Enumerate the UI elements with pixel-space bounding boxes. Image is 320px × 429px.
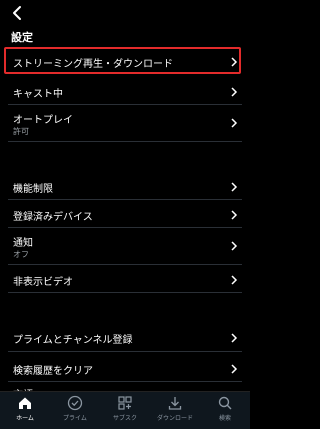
settings-item-label: 登録済みデバイス	[13, 212, 93, 223]
bottom-tab-bar: ホーム プライム サブスク ダウンロード 検索	[0, 391, 250, 429]
divider	[8, 351, 242, 352]
chevron-right-icon	[231, 87, 238, 97]
page-title: 設定	[11, 31, 33, 44]
settings-item-label: 非表示ビデオ	[13, 277, 73, 288]
tab-label: ダウンロード	[156, 415, 193, 422]
settings-item-label: オートプレイ	[13, 115, 73, 126]
download-icon	[168, 397, 182, 410]
settings-item-autoplay[interactable]: オートプレイ 許可	[0, 106, 250, 140]
tab-subscriptions[interactable]: サブスク	[100, 395, 150, 429]
settings-item-prime-channels[interactable]: プライムとチャンネル登録	[0, 324, 250, 350]
check-circle-icon	[67, 395, 83, 411]
tab-home[interactable]: ホーム	[0, 395, 50, 429]
settings-item-label: プライムとチャンネル登録	[13, 335, 133, 346]
chevron-right-icon	[231, 118, 238, 128]
divider	[8, 381, 242, 382]
settings-item-cast[interactable]: キャスト中	[0, 78, 250, 104]
settings-item-hidden-videos[interactable]: 非表示ビデオ	[0, 266, 250, 292]
tab-downloads[interactable]: ダウンロード	[150, 395, 200, 429]
settings-item-label: 機能制限	[13, 184, 53, 195]
settings-item-value: 許可	[13, 127, 29, 136]
settings-item-label: 検索履歴をクリア	[13, 366, 93, 377]
chevron-right-icon	[231, 210, 238, 220]
tab-label: プライム	[63, 415, 87, 422]
tab-label: サブスク	[112, 415, 137, 422]
divider	[8, 104, 242, 105]
divider	[8, 199, 242, 200]
chevron-right-icon	[231, 275, 238, 285]
tab-search[interactable]: 検索	[200, 395, 250, 429]
tab-prime[interactable]: プライム	[50, 395, 100, 429]
chevron-right-icon	[231, 241, 238, 251]
header: 設定	[0, 0, 250, 46]
divider	[8, 227, 242, 228]
chevron-right-icon	[231, 364, 238, 374]
search-icon	[218, 396, 232, 410]
back-arrow-icon[interactable]	[9, 4, 27, 22]
chevron-right-icon	[231, 182, 238, 192]
settings-item-label: 通知	[13, 238, 33, 249]
tab-label: 検索	[218, 415, 231, 422]
highlight-box	[4, 47, 241, 74]
settings-item-notifications[interactable]: 通知 オフ	[0, 229, 250, 263]
settings-item-restrictions[interactable]: 機能制限	[0, 173, 250, 199]
divider	[8, 264, 242, 265]
settings-item-value: オフ	[13, 250, 29, 259]
grid-plus-icon	[118, 396, 132, 410]
settings-item-label: キャスト中	[13, 89, 63, 100]
settings-item-registered-devices[interactable]: 登録済みデバイス	[0, 201, 250, 227]
tab-label: ホーム	[16, 415, 34, 422]
home-icon	[19, 397, 31, 409]
settings-item-clear-search-history[interactable]: 検索履歴をクリア	[0, 355, 250, 381]
divider	[8, 141, 242, 142]
divider	[8, 292, 242, 293]
chevron-right-icon	[231, 333, 238, 343]
